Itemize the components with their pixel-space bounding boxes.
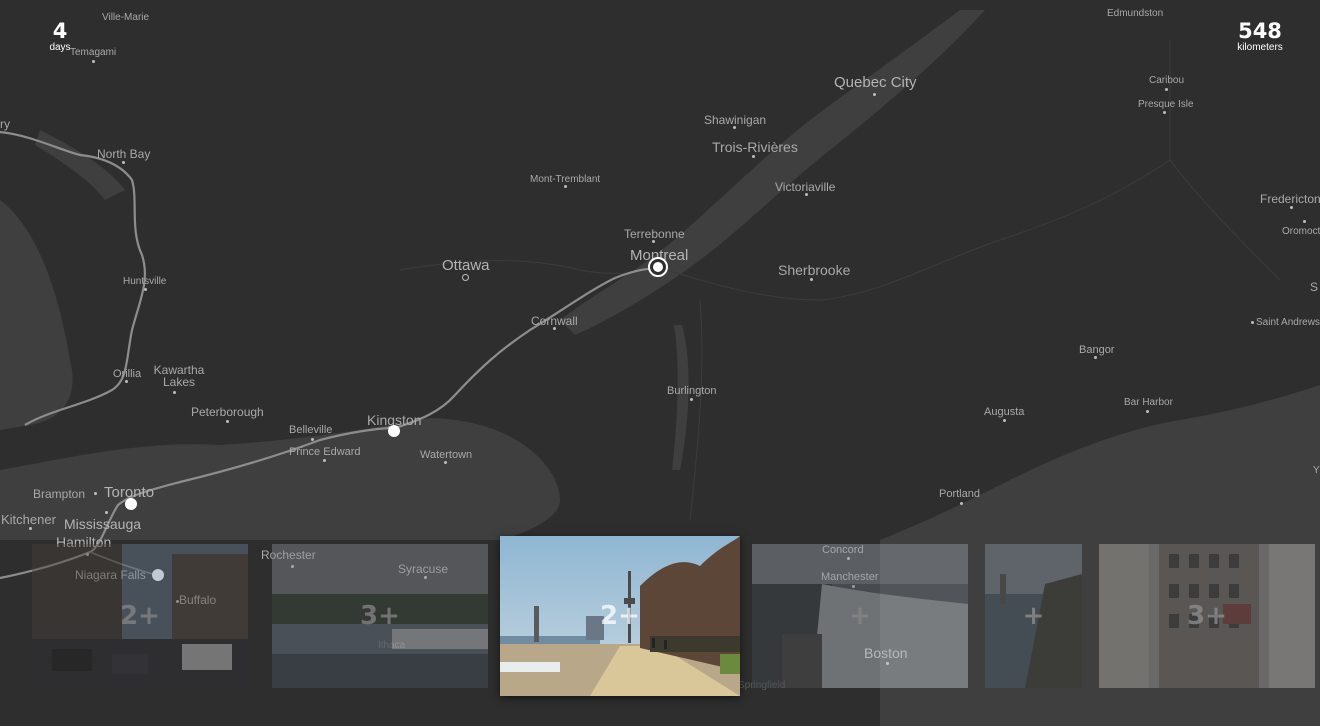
map-dot <box>1290 206 1293 209</box>
photo-thumbnail[interactable]: 3+ <box>272 544 488 688</box>
map-label-ville-marie: Ville-Marie <box>102 12 150 23</box>
map-label-augusta: Augusta <box>984 406 1025 418</box>
map-label-temagami: Temagami <box>70 47 117 58</box>
map-dot <box>1165 88 1168 91</box>
map-label-kawartha-lakes: Kawartha Lakes <box>153 363 205 389</box>
distance-value: 548 <box>1238 19 1282 43</box>
map-label-brampton: Brampton <box>33 487 86 501</box>
map-label-bangor: Bangor <box>1079 344 1115 356</box>
map-label-burlington: Burlington <box>667 385 717 397</box>
map-label-presque-isle: Presque Isle <box>1138 99 1194 110</box>
map-dot <box>144 288 147 291</box>
map-dot <box>92 60 95 63</box>
map-dot <box>226 420 229 423</box>
map-label-bar-harbor: Bar Harbor <box>1124 397 1173 408</box>
photo-thumbnail[interactable]: + <box>752 544 968 688</box>
days-stat: 4 days <box>44 20 76 54</box>
map-label-mississauga: Mississauga <box>64 516 142 532</box>
map-label-edge-right: S <box>1310 280 1319 294</box>
map-label-sherbrooke: Sherbrooke <box>778 262 851 278</box>
map-label-huntsville: Huntsville <box>123 276 167 287</box>
map-dot <box>564 185 567 188</box>
map-dot <box>1146 410 1149 413</box>
photo-count: + <box>1022 601 1045 631</box>
photo-thumbnail[interactable]: + <box>985 544 1082 688</box>
map-label-orillia: Orillia <box>113 368 142 380</box>
map-label-portland: Portland <box>939 488 980 500</box>
map-label-north-bay: North Bay <box>97 147 151 161</box>
photo-thumbnail[interactable]: 2+ <box>32 544 248 688</box>
map-dot <box>1163 111 1166 114</box>
map-label-shawinigan: Shawinigan <box>704 113 767 127</box>
photo-count: 2+ <box>120 601 160 631</box>
map-label-cornwall: Cornwall <box>531 314 578 328</box>
map-dot <box>125 380 128 383</box>
map-label-edge-left: ry <box>0 117 10 131</box>
map-label-prince-edward: Prince Edward <box>289 446 361 458</box>
photo-count: 3+ <box>360 601 400 631</box>
map-dot <box>444 461 447 464</box>
trip-stop-toronto[interactable] <box>125 498 137 510</box>
map-label-mont-tremblant: Mont-Tremblant <box>530 174 601 185</box>
photo-thumbnail-selected[interactable]: 2+ <box>500 536 740 696</box>
map-label-edge-right-lower: Y <box>1313 465 1320 476</box>
photo-count: 2+ <box>600 601 640 631</box>
map-label-kitchener: Kitchener <box>1 512 56 527</box>
map-dot <box>323 459 326 462</box>
map-label-victoriaville: Victoriaville <box>775 180 836 194</box>
map-label-terrebonne: Terrebonne <box>624 227 685 241</box>
distance-unit: kilometers <box>1237 42 1283 53</box>
photo-count: + <box>849 601 871 631</box>
map-dot <box>873 93 876 96</box>
days-value: 4 <box>52 19 68 43</box>
map-label-ottawa: Ottawa <box>442 257 490 274</box>
map-dot <box>94 492 97 495</box>
map-label-saint-andrews: Saint Andrews <box>1256 317 1320 328</box>
map-dot <box>690 398 693 401</box>
map-label-trois-rivieres: Trois-Rivières <box>712 139 798 155</box>
map-label-oromocto: Oromocto <box>1282 226 1320 237</box>
map-label-watertown: Watertown <box>420 449 473 461</box>
map-dot <box>1003 419 1006 422</box>
map-label-caribou: Caribou <box>1149 75 1185 86</box>
map-dot <box>173 391 176 394</box>
map-dot <box>1094 356 1097 359</box>
ottawa-marker <box>462 274 469 281</box>
photo-count: 3+ <box>1187 601 1227 631</box>
photo-thumbnail[interactable]: 3+ <box>1099 544 1315 688</box>
map-dot <box>122 161 125 164</box>
map-label-edmundston: Edmundston <box>1107 8 1164 19</box>
map-label-peterborough: Peterborough <box>191 405 264 419</box>
current-stop-inner-dot <box>653 262 663 272</box>
trip-stop-kingston[interactable] <box>388 425 400 437</box>
map-label-fredericton: Fredericton <box>1260 192 1320 206</box>
map-dot <box>105 511 108 514</box>
map-dot <box>960 502 963 505</box>
map-dot <box>29 527 32 530</box>
map-dot <box>810 278 813 281</box>
map-dot <box>1303 220 1306 223</box>
trip-stop-montreal-current[interactable] <box>648 257 668 277</box>
map-label-belleville: Belleville <box>289 424 333 436</box>
days-unit: days <box>49 42 71 53</box>
map-label-quebec-city: Quebec City <box>834 74 917 91</box>
map-dot <box>752 155 755 158</box>
map-dot <box>311 438 314 441</box>
map-dot <box>1251 321 1254 324</box>
distance-stat: 548 kilometers <box>1226 20 1294 54</box>
